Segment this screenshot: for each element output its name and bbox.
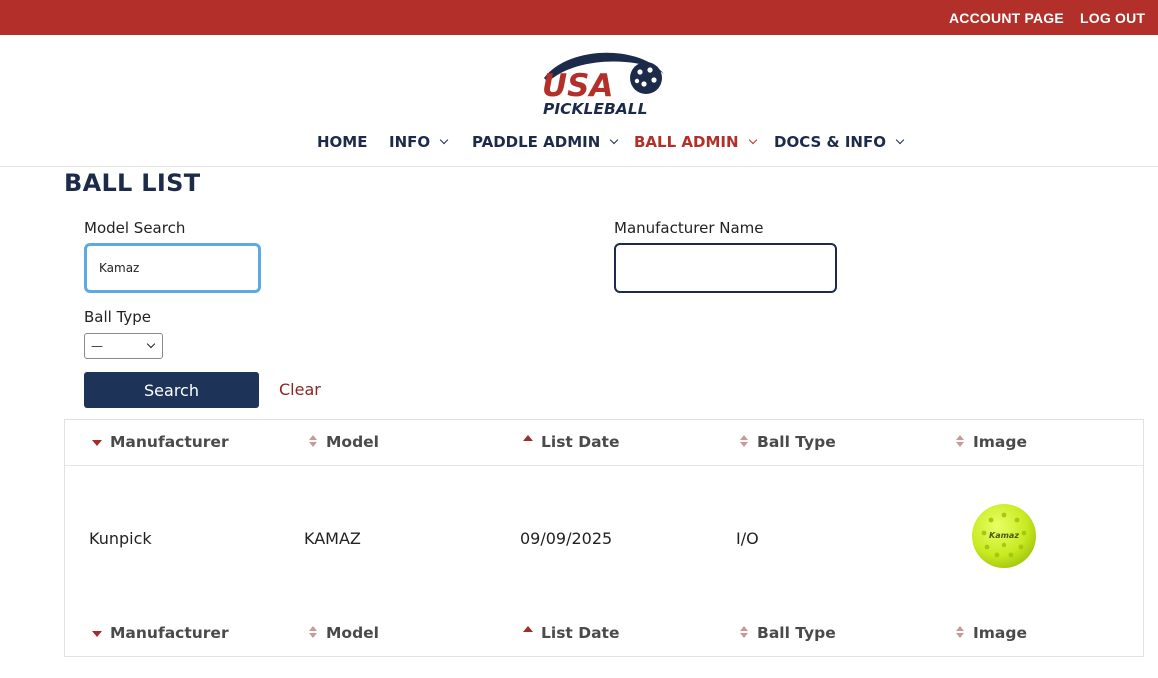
column-header-manufacturer[interactable]: Manufacturer (92, 624, 229, 642)
usa-pickleball-logo[interactable]: USA PICKLEBALL (538, 48, 672, 120)
top-utility-bar: ACCOUNT PAGE LOG OUT (0, 0, 1158, 35)
cell-model: KAMAZ (304, 529, 361, 548)
sort-desc-icon (92, 626, 102, 640)
column-header-label: Manufacturer (110, 433, 229, 451)
sort-icon (739, 626, 749, 640)
column-header-label: Manufacturer (110, 624, 229, 642)
column-header-label: Image (973, 433, 1027, 451)
svg-text:Kamaz: Kamaz (989, 531, 1019, 540)
column-header-label: List Date (541, 624, 620, 642)
sort-desc-icon (92, 435, 102, 449)
column-header-image[interactable]: Image (955, 624, 1027, 642)
clear-link[interactable]: Clear (279, 380, 321, 399)
sort-icon (739, 435, 749, 449)
chevron-down-icon (146, 339, 156, 349)
nav-item-label: BALL ADMIN (634, 133, 739, 151)
main-navigation: HOME INFO PADDLE ADMIN BALL ADMIN DOCS &… (0, 133, 1158, 153)
logo-graphic: USA PICKLEBALL (542, 52, 664, 118)
nav-item-paddle-admin[interactable]: PADDLE ADMIN (472, 133, 619, 151)
column-header-model[interactable]: Model (308, 433, 379, 451)
column-header-label: Image (973, 624, 1027, 642)
sort-asc-icon (523, 435, 533, 449)
nav-item-info[interactable]: INFO (389, 133, 449, 151)
nav-item-label: PADDLE ADMIN (472, 133, 601, 151)
sort-icon (308, 626, 318, 640)
ball-image-icon[interactable]: Kamaz (971, 503, 1037, 569)
nav-item-ball-admin[interactable]: BALL ADMIN (634, 133, 757, 151)
column-header-list-date[interactable]: List Date (523, 433, 619, 451)
chevron-down-icon (748, 135, 757, 145)
column-header-model[interactable]: Model (308, 624, 379, 642)
column-header-label: Ball Type (757, 433, 836, 451)
chevron-down-icon (895, 135, 905, 145)
svg-text:PICKLEBALL: PICKLEBALL (543, 100, 648, 118)
cell-manufacturer: Kunpick (89, 529, 152, 548)
table-header: Manufacturer Model List Date Ball Type I… (65, 420, 1143, 466)
table-footer-header: Manufacturer Model List Date Ball Type I… (65, 611, 1143, 657)
pickleball-graphic: Kamaz (972, 504, 1036, 568)
column-header-label: Model (326, 433, 379, 451)
column-header-manufacturer[interactable]: Manufacturer (92, 433, 229, 451)
log-out-link[interactable]: LOG OUT (1080, 10, 1145, 26)
model-search-input[interactable]: Kamaz (84, 243, 261, 293)
search-button[interactable]: Search (84, 372, 259, 408)
sort-icon (308, 435, 318, 449)
column-header-list-date[interactable]: List Date (523, 624, 619, 642)
header-divider (0, 166, 1158, 167)
nav-item-home[interactable]: HOME (317, 133, 367, 151)
model-search-label: Model Search (84, 219, 186, 237)
ball-type-label: Ball Type (84, 308, 152, 326)
cell-ball-type: I/O (736, 529, 759, 548)
sort-icon (955, 435, 965, 449)
chevron-down-icon (610, 135, 619, 145)
column-header-label: Model (326, 624, 379, 642)
column-header-ball-type[interactable]: Ball Type (739, 433, 836, 451)
column-header-label: List Date (541, 433, 620, 451)
manufacturer-name-label: Manufacturer Name (614, 219, 764, 237)
cell-list-date: 09/09/2025 (520, 529, 613, 548)
manufacturer-name-input[interactable] (614, 243, 837, 293)
ball-list-table: Manufacturer Model List Date Ball Type I… (64, 419, 1144, 657)
sort-icon (955, 626, 965, 640)
ball-type-selected-value: — (91, 339, 103, 353)
column-header-ball-type[interactable]: Ball Type (739, 624, 836, 642)
svg-text:USA: USA (542, 68, 614, 104)
nav-item-label: INFO (389, 133, 431, 151)
nav-item-label: DOCS & INFO (774, 133, 886, 151)
table-row[interactable]: Kunpick KAMAZ 09/09/2025 I/O Kamaz (65, 467, 1143, 611)
column-header-label: Ball Type (757, 624, 836, 642)
ball-type-select[interactable]: — (84, 333, 163, 359)
account-page-link[interactable]: ACCOUNT PAGE (949, 10, 1064, 26)
column-header-image[interactable]: Image (955, 433, 1027, 451)
nav-item-docs-info[interactable]: DOCS & INFO (774, 133, 905, 151)
sort-asc-icon (523, 626, 533, 640)
chevron-down-icon (439, 135, 449, 145)
page-title: BALL LIST (64, 169, 201, 197)
nav-item-label: HOME (317, 133, 368, 151)
model-search-value: Kamaz (99, 261, 140, 275)
